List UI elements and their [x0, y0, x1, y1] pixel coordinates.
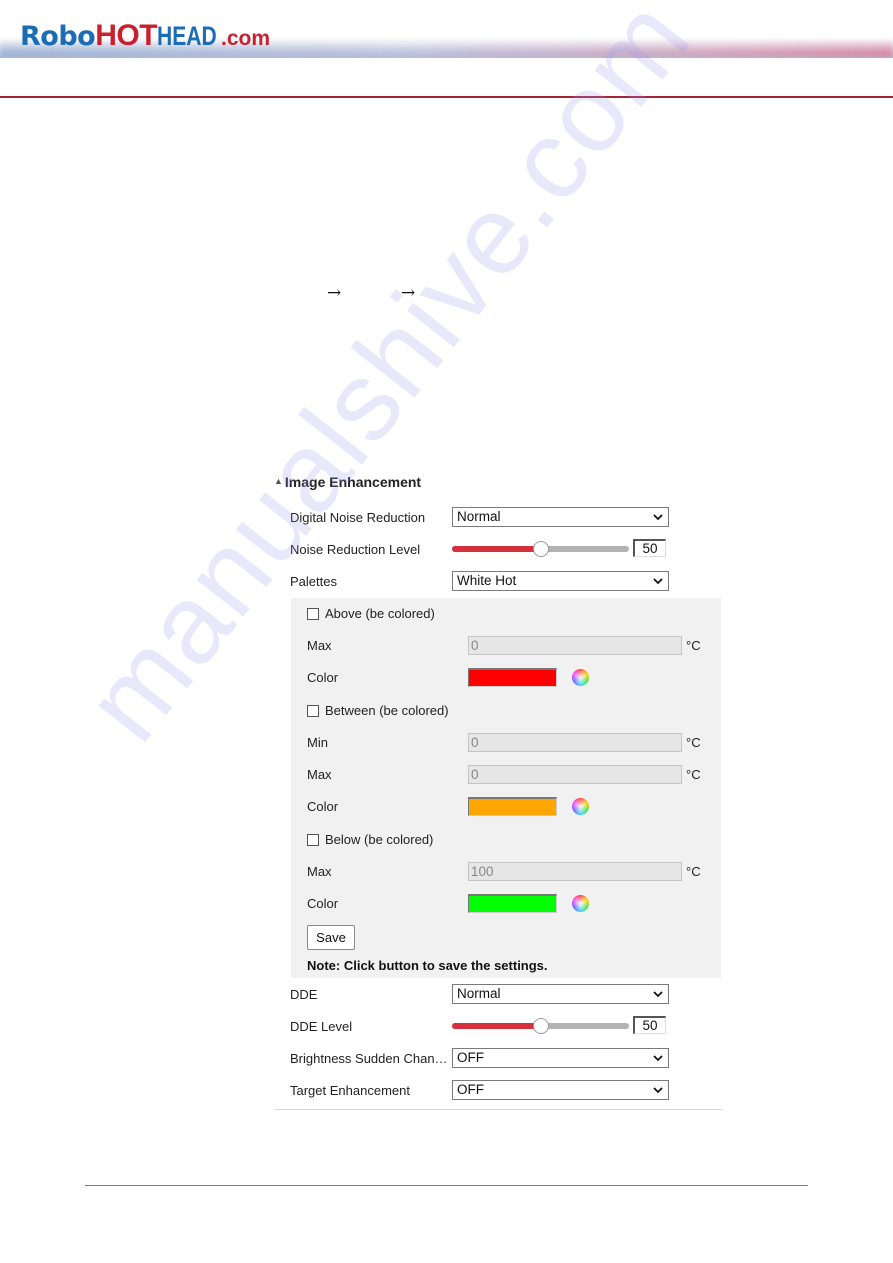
celsius-unit: °C — [686, 735, 701, 750]
brightness-sudden-change-select[interactable]: OFF — [452, 1048, 669, 1068]
noise-reduction-level-input[interactable]: 50 — [633, 539, 666, 557]
footer-divider — [85, 1185, 808, 1186]
below-colored-checkbox[interactable]: Below (be colored) — [307, 832, 433, 847]
section-divider — [274, 1109, 722, 1110]
noise-reduction-level-slider[interactable] — [452, 541, 629, 557]
between-colored-checkbox[interactable]: Between (be colored) — [307, 703, 449, 718]
checkbox-box[interactable] — [307, 704, 319, 717]
between-min-input[interactable]: 0 — [468, 733, 682, 752]
between-max-label: Max — [307, 767, 332, 782]
select-value: OFF — [457, 1082, 484, 1097]
chevron-down-icon — [653, 1055, 663, 1062]
select-value: White Hot — [457, 573, 517, 588]
chevron-down-icon — [653, 1087, 663, 1094]
section-title: Image Enhancement — [284, 474, 422, 490]
above-color-swatch[interactable] — [468, 668, 557, 687]
above-max-input[interactable]: 0 — [468, 636, 682, 655]
logo-com-text: .com — [221, 27, 271, 50]
checkbox-label: Between (be colored) — [325, 703, 449, 718]
celsius-unit: °C — [686, 864, 701, 879]
above-color-label: Color — [307, 670, 339, 685]
save-note: Note: Click button to save the settings. — [307, 958, 548, 973]
below-color-label: Color — [307, 896, 339, 911]
color-picker-icon[interactable] — [572, 798, 589, 815]
select-value: Normal — [457, 986, 501, 1001]
celsius-unit: °C — [686, 638, 701, 653]
dde-select[interactable]: Normal — [452, 984, 669, 1004]
checkbox-box[interactable] — [307, 607, 319, 620]
slider-thumb[interactable] — [533, 541, 549, 557]
checkbox-label: Above (be colored) — [325, 606, 435, 621]
color-picker-icon[interactable] — [572, 895, 589, 912]
checkbox-box[interactable] — [307, 833, 319, 846]
select-value: Normal — [457, 509, 501, 524]
palette-color-options-panel — [291, 598, 721, 978]
below-max-input[interactable]: 100 — [468, 862, 682, 881]
between-min-label: Min — [307, 735, 328, 750]
logo-robo-text: Robo — [20, 21, 96, 52]
dde-label: DDE — [290, 987, 318, 1002]
slider-thumb[interactable] — [533, 1018, 549, 1034]
select-value: OFF — [457, 1050, 484, 1065]
target-enhancement-select[interactable]: OFF — [452, 1080, 669, 1100]
dde-level-input[interactable]: 50 — [633, 1016, 666, 1034]
save-button[interactable]: Save — [307, 925, 355, 950]
below-max-label: Max — [307, 864, 332, 879]
logo-head-text: HEAD — [157, 21, 217, 51]
brightness-sudden-change-label: Brightness Sudden Chan… — [290, 1051, 448, 1066]
dde-level-label: DDE Level — [290, 1019, 353, 1034]
palettes-label: Palettes — [290, 574, 337, 589]
header-divider — [0, 96, 893, 98]
checkbox-label: Below (be colored) — [325, 832, 434, 847]
below-color-swatch[interactable] — [468, 894, 557, 913]
caret-up-icon: ▲ — [274, 476, 283, 486]
palettes-select[interactable]: White Hot — [452, 571, 669, 591]
above-colored-checkbox[interactable]: Above (be colored) — [307, 606, 435, 621]
color-picker-icon[interactable] — [572, 669, 589, 686]
dde-level-slider[interactable] — [452, 1018, 629, 1034]
slider-fill — [452, 1023, 541, 1029]
between-max-input[interactable]: 0 — [468, 765, 682, 784]
slider-fill — [452, 546, 541, 552]
between-color-label: Color — [307, 799, 339, 814]
image-enhancement-toggle[interactable]: ▲ Image Enhancement — [274, 474, 421, 490]
robohothead-logo: Robo HOT HEAD .com — [20, 19, 271, 52]
chevron-down-icon — [653, 578, 663, 585]
chevron-down-icon — [653, 991, 663, 998]
logo-hot-text: HOT — [95, 19, 158, 52]
digital-noise-reduction-label: Digital Noise Reduction — [290, 510, 426, 525]
target-enhancement-label: Target Enhancement — [290, 1083, 410, 1098]
above-max-label: Max — [307, 638, 332, 653]
breadcrumb-arrow-icon: → — [327, 283, 342, 303]
celsius-unit: °C — [686, 767, 701, 782]
noise-reduction-level-label: Noise Reduction Level — [290, 542, 421, 557]
breadcrumb-arrow-icon: → — [401, 283, 416, 303]
digital-noise-reduction-select[interactable]: Normal — [452, 507, 669, 527]
chevron-down-icon — [653, 514, 663, 521]
between-color-swatch[interactable] — [468, 797, 557, 816]
